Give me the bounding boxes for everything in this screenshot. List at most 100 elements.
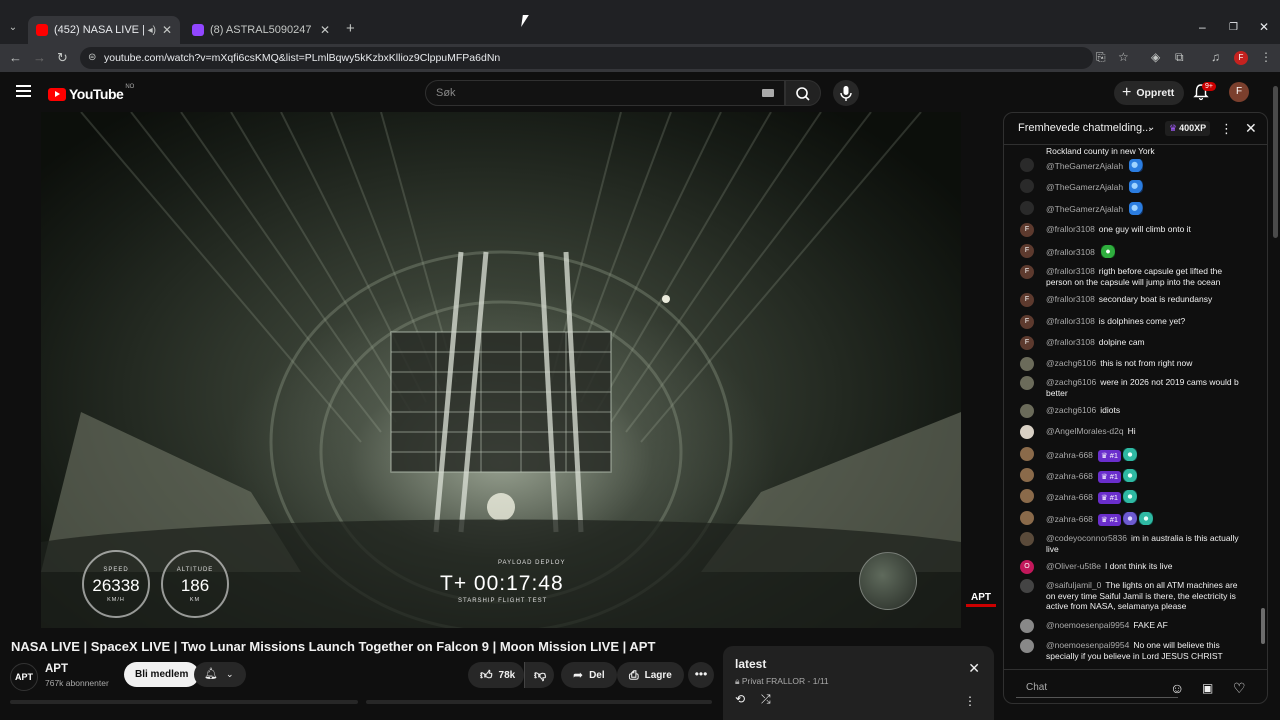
chat-author-name[interactable]: @TheGamerzAjalah [1046, 204, 1123, 214]
chat-author-name[interactable]: @TheGamerzAjalah [1046, 161, 1123, 171]
restore-icon[interactable]: ❐ [1229, 22, 1238, 33]
voice-search-button[interactable] [833, 80, 859, 106]
chat-author-avatar[interactable] [1020, 179, 1034, 193]
minimize-icon[interactable]: – [1199, 20, 1206, 34]
speaker-icon[interactable]: ◂) [148, 25, 156, 36]
new-tab-icon[interactable]: + [346, 20, 355, 37]
video-player[interactable]: SPEED 26338 KM/H ALTITUDE 186 KM PAYLOAD… [41, 112, 961, 628]
window-close-icon[interactable]: ✕ [1259, 20, 1269, 34]
playlist-more-icon[interactable]: ⋮ [964, 694, 976, 708]
chat-author-avatar[interactable]: F [1020, 223, 1034, 237]
chat-author-avatar[interactable] [1020, 468, 1034, 482]
channel-avatar[interactable]: APT [10, 663, 38, 691]
extension-icon[interactable]: ◈ [1151, 50, 1160, 64]
chat-author-avatar[interactable] [1020, 639, 1034, 653]
chat-input[interactable] [1016, 678, 1178, 698]
playlist-title[interactable]: latest [735, 657, 766, 671]
chat-author-avatar[interactable] [1020, 489, 1034, 503]
chat-scroll-thumb[interactable] [1261, 608, 1265, 644]
chat-author-name[interactable]: @zachg6106 [1046, 358, 1096, 368]
chat-author-avatar[interactable] [1020, 425, 1034, 439]
install-app-icon[interactable]: ⎘ [1096, 50, 1106, 65]
chat-mode-selector[interactable]: Fremhevede chatmelding... [1018, 122, 1151, 134]
browser-tab-twitch[interactable]: (8) ASTRAL5090247 - Twitch ✕ [184, 16, 338, 44]
chat-author-name[interactable]: @zachg6106 [1046, 405, 1096, 415]
chat-scrollbar[interactable] [1262, 149, 1265, 667]
save-button[interactable]: ⎙ Lagre [617, 662, 684, 688]
chat-author-avatar[interactable]: F [1020, 265, 1034, 279]
channel-name[interactable]: APT [45, 663, 68, 675]
xp-badge[interactable]: ♛ 400XP [1165, 121, 1211, 136]
chat-author-name[interactable]: @zahra-668 [1046, 450, 1093, 460]
emoji-icon[interactable]: ☺ [1170, 680, 1184, 696]
heart-icon[interactable]: ♡ [1233, 680, 1246, 697]
chevron-down-icon[interactable]: ⌄ [1147, 122, 1155, 133]
tab-close-icon[interactable]: ✕ [320, 23, 330, 37]
keyboard-icon[interactable] [762, 89, 774, 97]
chat-author-avatar[interactable] [1020, 158, 1034, 172]
playlist-close-icon[interactable]: ✕ [968, 660, 980, 677]
browser-tab-youtube[interactable]: (452) NASA LIVE | SpaceX LI ◂) ✕ [28, 16, 180, 44]
url-field[interactable]: ⊜ youtube.com/watch?v=mXqfi6csKMQ&list=P… [80, 47, 1093, 69]
more-actions-button[interactable]: ••• [688, 662, 714, 688]
chat-author-name[interactable]: @noemoesenpai9954 [1046, 620, 1129, 630]
reload-icon[interactable]: ↻ [57, 50, 68, 66]
chat-author-avatar[interactable] [1020, 376, 1034, 390]
chat-author-name[interactable]: @saifuljamil_0 [1046, 580, 1101, 590]
subscription-bell-button[interactable]: 🔔︎ ⌄ [194, 662, 246, 687]
media-control-icon[interactable]: ♫ [1211, 50, 1220, 64]
chat-close-icon[interactable]: ✕ [1245, 120, 1257, 137]
chat-author-name[interactable]: @frallor3108 [1046, 224, 1095, 234]
chat-author-avatar[interactable]: F [1020, 293, 1034, 307]
chat-author-name[interactable]: @frallor3108 [1046, 294, 1095, 304]
share-button[interactable]: ➦ Del [561, 662, 617, 688]
chat-author-avatar[interactable] [1020, 511, 1034, 525]
browser-menu-icon[interactable]: ⋮ [1260, 50, 1272, 64]
chat-author-avatar[interactable] [1020, 447, 1034, 461]
chat-author-name[interactable]: @codeyoconnor5836 [1046, 533, 1127, 543]
chat-author-name[interactable]: @frallor3108 [1046, 337, 1095, 347]
bookmark-star-icon[interactable]: ☆ [1118, 50, 1129, 64]
chat-author-avatar[interactable]: F [1020, 244, 1034, 258]
chat-author-avatar[interactable] [1020, 357, 1034, 371]
back-icon[interactable]: ← [9, 50, 22, 65]
chat-author-avatar[interactable]: F [1020, 336, 1034, 350]
search-input[interactable]: Søk [425, 80, 785, 106]
site-info-icon[interactable]: ⊜ [88, 52, 96, 63]
chat-author-avatar[interactable] [1020, 579, 1034, 593]
account-avatar[interactable]: F [1229, 82, 1249, 102]
shuffle-icon[interactable]: ⤮ [761, 692, 771, 707]
chat-author-name[interactable]: @AngelMorales-d2q [1046, 426, 1124, 436]
menu-icon[interactable] [16, 85, 31, 97]
join-button[interactable]: Bli medlem [124, 662, 200, 687]
like-button[interactable]: 👍︎ 78k [468, 662, 524, 688]
youtube-logo[interactable]: YouTube NO [48, 84, 134, 102]
chat-author-name[interactable]: @frallor3108 [1046, 316, 1095, 326]
chat-author-avatar[interactable] [1020, 404, 1034, 418]
chat-author-name[interactable]: @zachg6106 [1046, 377, 1096, 387]
channel-watermark[interactable]: APT [966, 592, 996, 607]
chat-author-name[interactable]: @zahra-668 [1046, 492, 1093, 502]
chat-author-avatar[interactable] [1020, 532, 1034, 546]
browser-profile-avatar[interactable]: F [1234, 51, 1248, 65]
puzzle-icon[interactable]: ⧉ [1175, 50, 1184, 65]
chat-author-name[interactable]: @TheGamerzAjalah [1046, 182, 1123, 192]
tab-search-icon[interactable]: ⌄ [6, 21, 20, 35]
search-button[interactable] [785, 80, 821, 106]
chat-author-name[interactable]: @frallor3108 [1046, 247, 1095, 257]
tab-close-icon[interactable]: ✕ [162, 23, 172, 37]
super-chat-icon[interactable]: ▣ [1202, 681, 1213, 695]
chat-more-icon[interactable]: ⋮ [1220, 121, 1233, 137]
dislike-button[interactable]: 👎︎ [524, 662, 554, 688]
chat-author-avatar[interactable] [1020, 201, 1034, 215]
create-button[interactable]: + Opprett [1114, 81, 1185, 105]
chat-author-name[interactable]: @Oliver-u5t8e [1046, 561, 1101, 571]
chat-author-avatar[interactable] [1020, 619, 1034, 633]
chat-author-name[interactable]: @frallor3108 [1046, 266, 1095, 276]
chat-author-avatar[interactable]: F [1020, 315, 1034, 329]
chat-author-name[interactable]: @zahra-668 [1046, 471, 1093, 481]
forward-icon[interactable]: → [33, 50, 46, 65]
chat-author-avatar[interactable]: O [1020, 560, 1034, 574]
chat-author-name[interactable]: @noemoesenpai9954 [1046, 640, 1129, 650]
loop-icon[interactable]: ⟲ [735, 692, 745, 706]
